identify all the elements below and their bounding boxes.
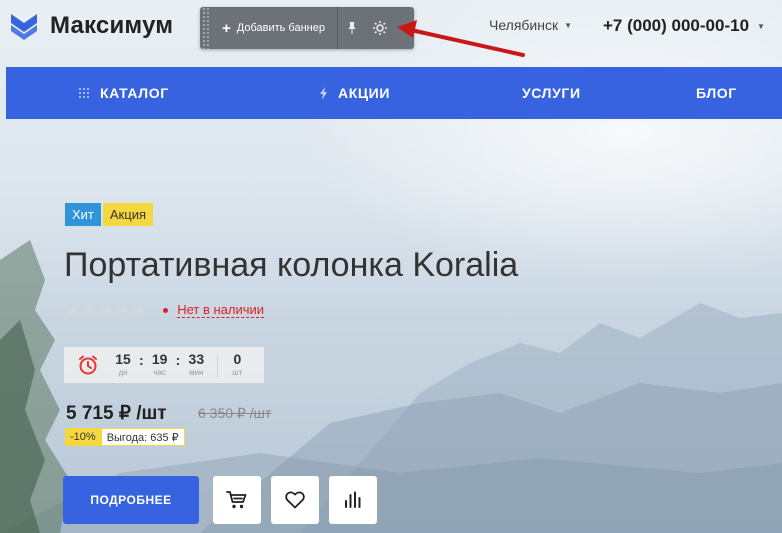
timer-days-label: дн <box>118 368 128 377</box>
chevron-down-icon: ▼ <box>757 21 765 31</box>
header: Максимум + Добавить баннер Челябинск ▼ +… <box>0 0 782 58</box>
admin-banner-toolbar: + Добавить баннер <box>200 7 414 49</box>
timer-separator: : <box>175 352 181 368</box>
phone-number: +7 (000) 000-00-10 <box>603 16 750 35</box>
timer-quantity-label: шт <box>232 368 243 377</box>
countdown-timer: 15 дн : 19 час : 33 мин 0 шт <box>64 347 264 383</box>
status-dot-icon <box>163 307 169 313</box>
discount-percent: -10% <box>65 428 101 446</box>
timer-quantity-value: 0 <box>233 351 242 367</box>
compare-icon <box>345 491 361 508</box>
clock-icon <box>78 355 98 375</box>
pin-icon <box>348 22 356 34</box>
logo-icon <box>11 14 37 40</box>
timer-quantity: 0 шт <box>224 352 250 378</box>
pin-button[interactable] <box>338 7 366 49</box>
product-title: Портативная колонка Koralia <box>64 246 519 284</box>
nav-item-label: КАТАЛОГ <box>100 85 169 101</box>
settings-button[interactable] <box>366 7 394 49</box>
cart-icon <box>226 491 247 509</box>
product-rating: ★★★★★ Нет в наличии <box>66 300 265 320</box>
timer-minutes: 33 мин <box>183 352 209 378</box>
nav-item-services[interactable]: УСЛУГИ <box>522 67 581 119</box>
brand-name: Максимум <box>50 12 174 39</box>
city-label: Челябинск <box>489 17 559 33</box>
city-selector[interactable]: Челябинск ▼ <box>489 17 572 33</box>
timer-hours-label: час <box>153 368 166 377</box>
main-navigation: КАТАЛОГ АКЦИИ УСЛУГИ БЛОГ <box>6 67 782 119</box>
add-banner-label: Добавить баннер <box>236 22 325 34</box>
savings-amount: Выгода: 635 ₽ <box>100 428 185 446</box>
timer-divider <box>217 353 219 377</box>
current-price: 5 715 ₽ /шт <box>66 403 167 424</box>
logo[interactable]: Максимум <box>8 10 173 42</box>
chevron-down-icon: ▼ <box>564 20 573 30</box>
add-to-favorites-button[interactable] <box>271 476 319 524</box>
badge-hit: Хит <box>65 203 101 226</box>
timer-separator: : <box>139 352 144 368</box>
timer-days-value: 15 <box>115 351 131 367</box>
nav-item-label: УСЛУГИ <box>522 85 581 101</box>
stock-status[interactable]: Нет в наличии <box>163 302 265 318</box>
nav-item-sales[interactable]: АКЦИИ <box>319 67 390 119</box>
badge-sale: Акция <box>102 203 153 226</box>
timer-days: 15 дн <box>110 352 136 378</box>
add-to-compare-button[interactable] <box>329 476 377 524</box>
lightning-icon <box>319 86 328 100</box>
nav-item-label: БЛОГ <box>696 85 737 101</box>
nav-item-blog[interactable]: БЛОГ <box>696 67 737 119</box>
plus-icon: + <box>222 19 231 37</box>
add-to-cart-button[interactable] <box>213 476 261 524</box>
gear-icon <box>373 21 387 35</box>
product-badges: Хит Акция <box>65 203 153 226</box>
stock-status-label: Нет в наличии <box>177 302 265 318</box>
rating-stars-icon: ★★★★★ <box>66 300 148 319</box>
heart-icon <box>285 491 305 509</box>
nav-item-label: АКЦИИ <box>338 85 391 101</box>
drag-handle-icon[interactable] <box>202 7 210 49</box>
timer-minutes-value: 33 <box>188 351 205 367</box>
add-banner-button[interactable]: + Добавить баннер <box>210 7 338 49</box>
timer-hours-value: 19 <box>151 351 168 367</box>
discount-info: -10% Выгода: 635 ₽ <box>65 428 185 446</box>
details-button[interactable]: ПОДРОБНЕЕ <box>63 476 199 524</box>
old-price: 6 350 ₽ /шт <box>198 405 272 421</box>
nav-item-catalog[interactable]: КАТАЛОГ <box>78 67 169 119</box>
phone-selector[interactable]: +7 (000) 000-00-10 ▼ <box>603 16 765 36</box>
timer-hours: 19 час <box>147 352 173 378</box>
timer-minutes-label: мин <box>189 368 204 377</box>
grid-icon <box>78 87 90 99</box>
